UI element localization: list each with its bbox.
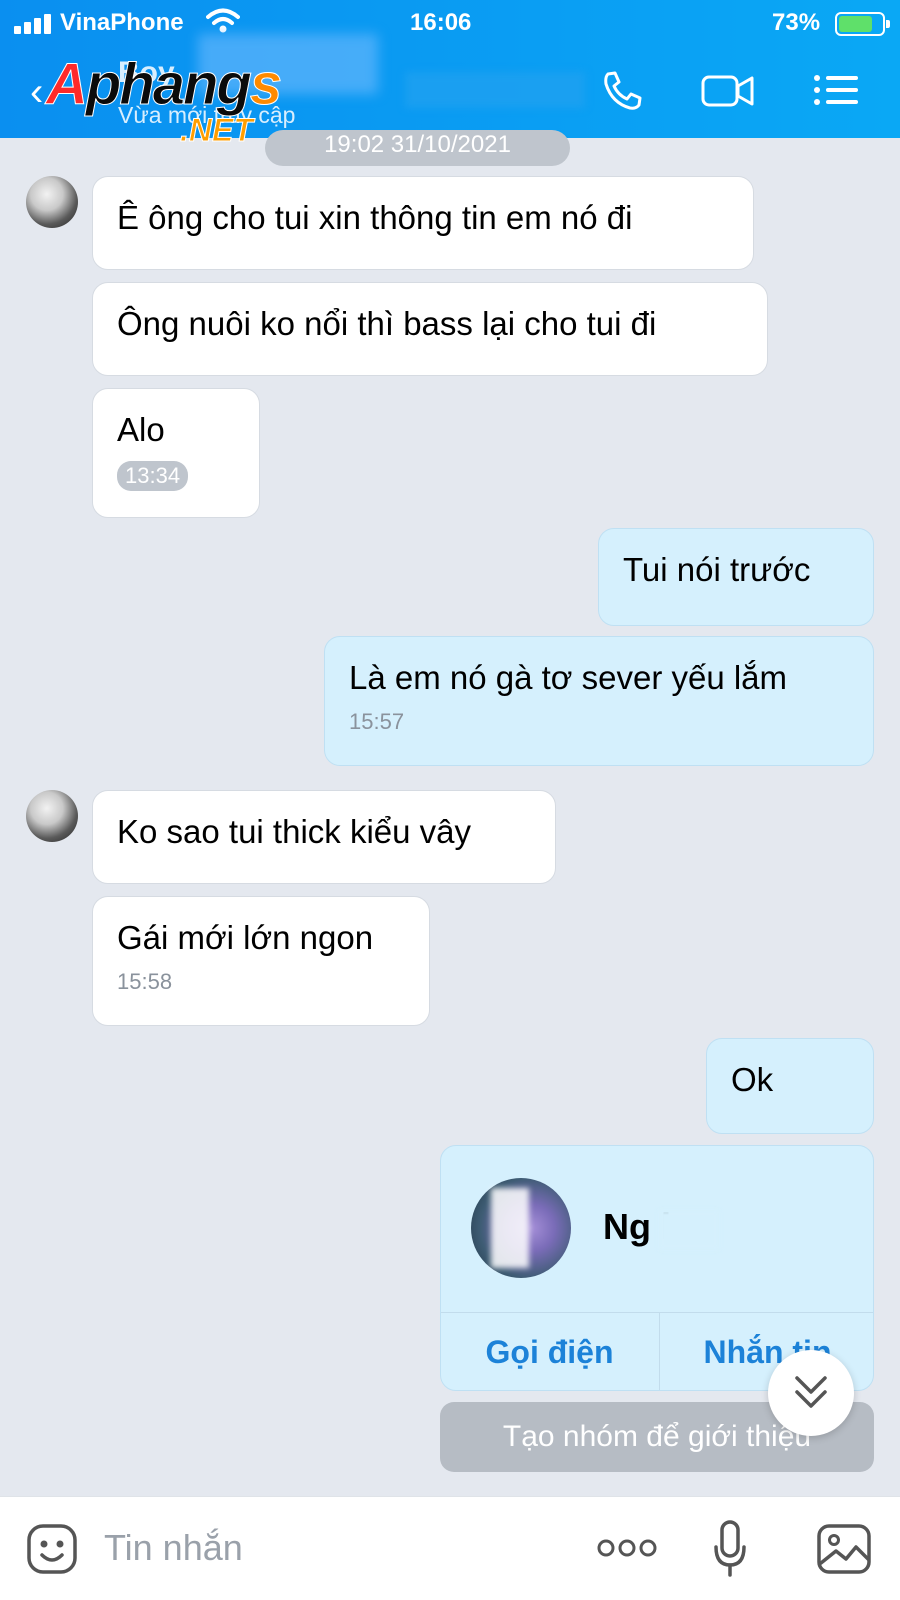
message-bubble-incoming[interactable]: Alo 13:34: [92, 388, 260, 518]
scroll-down-icon[interactable]: [768, 1350, 854, 1436]
message-bubble-incoming[interactable]: Ông nuôi ko nổi thì bass lại cho tui đi: [92, 282, 768, 376]
message-time: 15:58: [117, 969, 173, 994]
message-text: Ông nuôi ko nổi thì bass lại cho tui đi: [117, 305, 657, 342]
message-bubble-incoming[interactable]: Gái mới lớn ngon 15:58: [92, 896, 430, 1026]
emoji-icon[interactable]: [26, 1523, 78, 1575]
phone-icon[interactable]: [598, 68, 648, 112]
redaction-blur: [405, 72, 585, 108]
message-bubble-incoming[interactable]: Ê ông cho tui xin thông tin em nó đi: [92, 176, 754, 270]
battery-icon: [835, 12, 890, 36]
watermark-logo: Aphangs .NET: [46, 52, 283, 149]
message-text: Ko sao tui thick kiểu vây: [117, 813, 472, 850]
more-icon[interactable]: [596, 1533, 658, 1563]
message-time: 15:57: [349, 709, 405, 734]
gallery-icon[interactable]: [816, 1523, 872, 1575]
message-text: Ê ông cho tui xin thông tin em nó đi: [117, 199, 633, 236]
contact-card-avatar[interactable]: [471, 1178, 571, 1278]
date-separator: 19:02 31/10/2021: [265, 130, 570, 166]
message-bubble-outgoing[interactable]: Là em nó gà tơ sever yếu lắm 15:57: [324, 636, 874, 766]
clock: 16:06: [410, 9, 472, 36]
video-icon[interactable]: [700, 68, 756, 112]
message-text: Alo: [117, 411, 165, 448]
message-bubble-outgoing[interactable]: Ok: [706, 1038, 874, 1134]
message-bubble-incoming[interactable]: Ko sao tui thick kiểu vây: [92, 790, 556, 884]
avatar[interactable]: [26, 176, 78, 228]
signal-icon: [14, 14, 54, 34]
call-button[interactable]: Gọi điện: [441, 1312, 658, 1390]
message-bubble-outgoing[interactable]: Tui nói trước: [598, 528, 874, 626]
wifi-icon: [206, 8, 240, 33]
message-text: Ok: [731, 1061, 774, 1098]
carrier-name: VinaPhone: [60, 9, 184, 36]
battery-percent: 73%: [772, 9, 821, 36]
redaction-blur: [659, 1210, 719, 1250]
message-text: Gái mới lớn ngon: [117, 919, 374, 956]
avatar[interactable]: [26, 790, 78, 842]
message-input-bar: Tin nhắn: [0, 1496, 900, 1600]
chat-header: VinaPhone 16:06 73% ‹ Boy Vừa mới truy c…: [0, 0, 900, 149]
status-bar: VinaPhone 16:06 73%: [0, 0, 900, 46]
message-text: Tui nói trước: [623, 551, 811, 588]
message-input[interactable]: Tin nhắn: [104, 1523, 243, 1573]
message-time: 13:34: [117, 461, 189, 491]
menu-icon[interactable]: [812, 68, 860, 112]
mic-icon[interactable]: [712, 1519, 748, 1579]
message-text: Là em nó gà tơ sever yếu lắm: [349, 659, 788, 696]
